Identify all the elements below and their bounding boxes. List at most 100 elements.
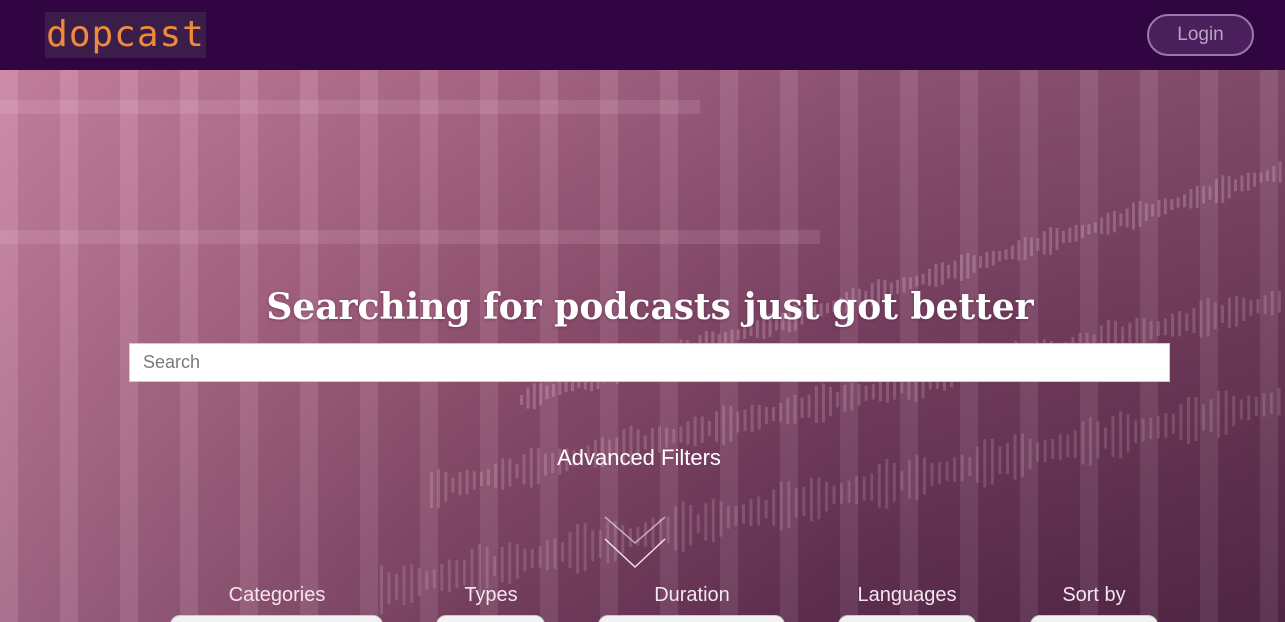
soundwave-bar [417,568,421,596]
soundwave-bar [947,264,951,279]
soundwave-bar [437,468,441,508]
soundwave-bar [1144,203,1148,221]
soundwave-bar [576,524,580,574]
soundwave-bar [1051,439,1055,459]
soundwave-bar [532,383,536,410]
soundwave-bar [591,530,595,562]
soundwave-bar [1036,442,1040,462]
double-chevron-down-icon[interactable] [603,515,667,571]
soundwave-bar [1265,170,1269,181]
search-input[interactable] [129,343,1170,382]
soundwave-bar [402,565,406,605]
soundwave-bar [681,501,685,553]
soundwave-bar [772,489,776,526]
soundwave-bar [855,476,859,505]
advanced-filters-toggle[interactable]: Advanced Filters [540,445,738,471]
soundwave-bar [1259,172,1263,183]
login-button[interactable]: Login [1147,14,1254,56]
soundwave-bar [1176,197,1180,208]
soundwave-bar [380,565,383,615]
soundwave-bar [972,255,976,273]
soundwave-bar [736,411,740,433]
soundwave-bar [749,498,753,526]
dopcast-logo[interactable]: dopcast [45,12,206,58]
filter-languages-label: Languages [857,584,957,606]
soundwave-bar [921,274,925,285]
soundwave-bar [764,500,768,519]
soundwave-bar [1224,390,1228,435]
soundwave-bar [1043,439,1047,462]
soundwave-bar [395,573,399,600]
soundwave-bar [686,421,690,445]
soundwave-bar [864,386,868,401]
soundwave-bar [757,405,761,430]
soundwave-bar [953,457,957,483]
soundwave-bar [998,251,1002,262]
filter-sort-by-select[interactable] [1030,615,1158,622]
soundwave-bar [558,382,562,395]
filter-categories-label: Categories [228,584,326,606]
soundwave-bar [501,458,505,490]
soundwave-bar [966,252,970,279]
soundwave-bar [1030,237,1033,256]
soundwave-bar [1066,434,1070,458]
filter-duration-select[interactable] [598,615,785,622]
soundwave-bar [730,329,734,344]
soundwave-bar [1227,176,1231,199]
filter-sort-by-label: Sort by [1062,584,1126,606]
soundwave-bar [1253,172,1257,187]
soundwave-bar [530,548,534,568]
filter-languages-select[interactable] [838,615,976,622]
soundwave-bar [892,462,896,502]
soundwave-bar [938,462,942,484]
soundwave-bar [817,477,821,520]
soundwave-bar [862,476,866,501]
soundwave-bar [743,327,747,339]
soundwave-bar [960,454,964,482]
soundwave-bar [444,472,448,502]
soundwave-bar [1049,227,1053,255]
soundwave-bar [553,538,557,569]
soundwave-bar [472,471,476,490]
soundwave-bar [1232,395,1236,427]
filter-categories-select[interactable] [170,615,383,622]
soundwave-bar [934,263,938,287]
soundwave-bar [485,547,489,589]
soundwave-bar [1111,416,1115,457]
soundwave-bar [1055,227,1059,251]
soundwave-bar [1187,396,1190,445]
soundwave-bar [1058,434,1062,461]
soundwave-bar [1163,198,1167,215]
soundwave-bar [729,405,733,442]
soundwave-bar [734,505,738,526]
soundwave-bar [700,416,704,444]
hero-section: Searching for podcasts just got better A… [0,70,1285,622]
soundwave-bar [998,446,1002,475]
soundwave-bar [825,481,828,512]
soundwave-bar [689,504,693,546]
soundwave-bar [1240,175,1244,192]
soundwave-bar [430,472,433,508]
soundwave-bar [847,480,851,503]
soundwave-bar [551,384,555,397]
soundwave-bar [479,471,483,487]
soundwave-bar [1138,201,1142,228]
soundwave-bar [1254,396,1258,416]
filter-types-select[interactable] [436,615,545,622]
soundwave-bar [1189,189,1193,209]
soundwave-bar [1247,395,1251,421]
soundwave-bar [836,392,840,408]
soundwave-bar [432,569,436,589]
soundwave-bar [1093,222,1097,233]
soundwave-bar [1214,179,1218,204]
soundwave-bar [722,405,726,445]
soundwave-bar [1164,412,1168,438]
soundwave-bar [736,329,740,340]
soundwave-bar [915,454,919,501]
soundwave-bar [1126,414,1130,453]
soundwave-bar [1221,175,1225,203]
soundwave-bar [840,483,843,504]
soundwave-bar [1004,249,1008,260]
soundwave-bar [523,548,527,572]
soundwave-bar [809,478,813,522]
